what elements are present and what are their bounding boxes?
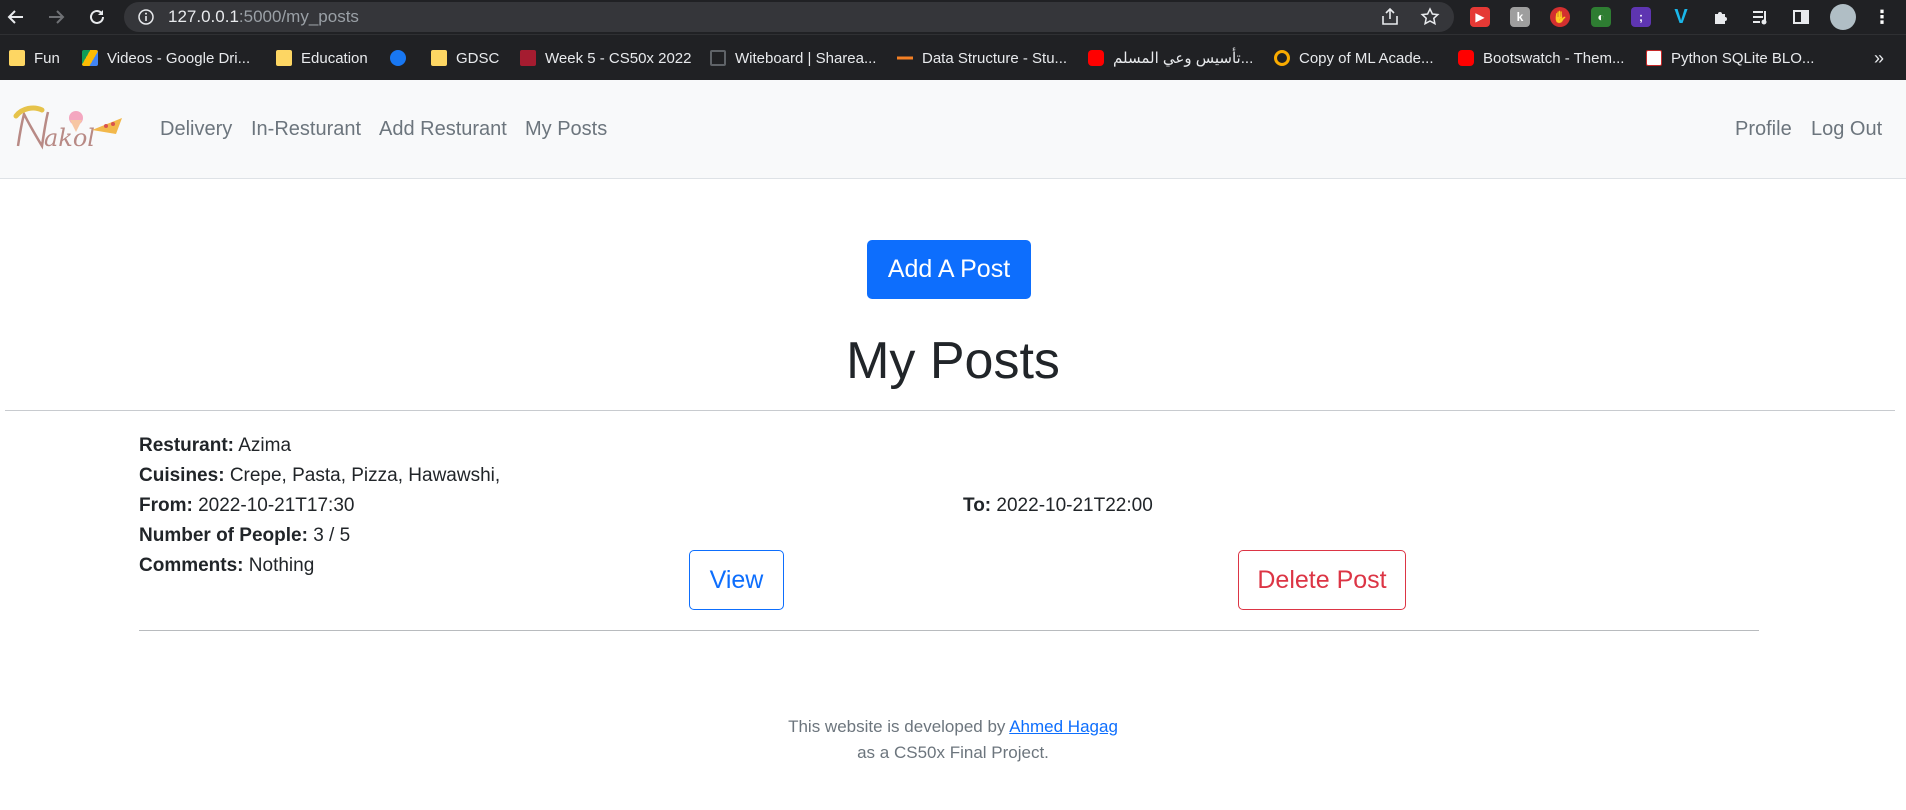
author-link[interactable]: Ahmed Hagag [1009, 717, 1118, 736]
post-cuisines: Cuisines: Crepe, Pasta, Pizza, Hawawshi, [139, 464, 500, 488]
restaurant-label: Resturant: [139, 435, 235, 456]
youtube-icon [1088, 50, 1104, 66]
bookmark-facebook[interactable] [390, 35, 406, 81]
comments-label: Comments: [139, 555, 244, 576]
address-bar[interactable]: 127.0.0.1:5000/my_posts [124, 2, 1454, 32]
harvard-icon [520, 50, 536, 66]
extension-s-icon[interactable]: ; [1631, 7, 1651, 27]
bookmark-label: Videos - Google Dri... [107, 49, 251, 67]
colab-icon [1274, 50, 1290, 66]
restaurant-value: Azima [238, 435, 292, 456]
extension-k-icon[interactable]: k [1510, 7, 1530, 27]
svg-text:akol: akol [44, 124, 95, 152]
page-title: My Posts [846, 332, 1060, 390]
url-path: :5000/my_posts [238, 7, 359, 26]
to-label: To: [963, 495, 992, 516]
bookmark-python-sqlite[interactable]: Python SQLite BLO... [1646, 35, 1814, 81]
reload-icon[interactable] [82, 0, 112, 34]
bookmark-label: تأسيس وعي المسلم... [1113, 50, 1254, 67]
youtube-ext-icon[interactable]: ▶ [1470, 7, 1490, 27]
nav-link-logout[interactable]: Log Out [1811, 80, 1882, 179]
bookmark-witeboard[interactable]: Witeboard | Sharea... [710, 35, 876, 81]
bookmark-bootswatch[interactable]: Bootswatch - Them... [1458, 35, 1624, 81]
post-comments: Comments: Nothing [139, 554, 314, 578]
bookmark-label: Data Structure - Stu... [922, 49, 1068, 67]
cuisines-value: Crepe, Pasta, Pizza, Hawawshi, [229, 465, 501, 486]
bookmark-label: Education [301, 49, 368, 67]
post-people: Number of People: 3 / 5 [139, 524, 350, 548]
nakol-logo-icon: akol [13, 105, 122, 152]
post-from: From: 2022-10-21T17:30 [139, 494, 354, 518]
folder-icon [431, 50, 447, 66]
add-post-button[interactable]: Add A Post [867, 240, 1031, 299]
bookmark-label: Copy of ML Acade... [1299, 49, 1434, 67]
post-to: To: 2022-10-21T22:00 [963, 494, 1153, 518]
vimeo-ext-icon[interactable]: V [1671, 6, 1691, 28]
bookmark-label: Witeboard | Sharea... [735, 49, 877, 67]
bookmark-arabic-video[interactable]: تأسيس وعي المسلم... [1088, 35, 1253, 81]
footer-line-1: This website is developed by Ahmed Hagag [0, 714, 1906, 740]
cuisines-label: Cuisines: [139, 465, 225, 486]
bookmark-cs50[interactable]: Week 5 - CS50x 2022 [520, 35, 691, 81]
bookmark-label: Fun [34, 49, 60, 67]
pynative-icon [1646, 50, 1662, 66]
media-controls-icon[interactable] [1751, 7, 1771, 27]
footer-credit-text: This website is developed by [788, 717, 1006, 736]
nav-link-profile[interactable]: Profile [1735, 80, 1792, 179]
nav-link-add-restaurant[interactable]: Add Resturant [379, 80, 507, 179]
forward-icon[interactable] [41, 0, 71, 34]
from-value: 2022-10-21T17:30 [198, 495, 355, 516]
bookmark-videos-drive[interactable]: Videos - Google Dri... [82, 35, 250, 81]
folder-icon [276, 50, 292, 66]
brand-logo[interactable]: akol [12, 102, 124, 158]
bookmark-label: Python SQLite BLO... [1671, 49, 1815, 67]
facebook-icon [390, 50, 406, 66]
bookmarks-bar: Fun Videos - Google Dri... Education GDS… [0, 34, 1906, 80]
share-icon[interactable] [1380, 2, 1400, 32]
youtube-icon [1458, 50, 1474, 66]
bookmark-label: GDSC [456, 49, 500, 67]
google-drive-icon [82, 50, 98, 66]
translate-ext-icon[interactable]: ◐ [1591, 7, 1611, 27]
browser-toolbar: 127.0.0.1:5000/my_posts ▶ k ✋ ◐ ; V ⋮ [0, 0, 1906, 34]
more-bookmarks-button[interactable]: » [1874, 35, 1884, 81]
stackoverflow-icon [897, 50, 913, 66]
bookmark-ml-academy[interactable]: Copy of ML Acade... [1274, 35, 1434, 81]
comments-value: Nothing [248, 555, 315, 576]
to-value: 2022-10-21T22:00 [996, 495, 1153, 516]
bookmark-star-icon[interactable] [1420, 2, 1440, 32]
footer: This website is developed by Ahmed Hagag… [0, 714, 1906, 766]
bookmark-label: Week 5 - CS50x 2022 [545, 49, 692, 67]
folder-icon [9, 50, 25, 66]
people-value: 3 / 5 [313, 525, 351, 546]
nav-link-my-posts[interactable]: My Posts [525, 80, 607, 179]
profile-avatar[interactable] [1830, 4, 1856, 30]
nav-link-delivery[interactable]: Delivery [160, 80, 232, 179]
bookmark-label: Bootswatch - Them... [1483, 49, 1625, 67]
post-divider [139, 630, 1759, 631]
witeboard-icon [710, 50, 726, 66]
post-restaurant: Resturant: Azima [139, 434, 291, 458]
adblock-ext-icon[interactable]: ✋ [1550, 7, 1570, 27]
bookmark-data-structure[interactable]: Data Structure - Stu... [897, 35, 1067, 81]
bookmark-education[interactable]: Education [276, 35, 368, 81]
view-post-button[interactable]: View [689, 550, 784, 610]
back-icon[interactable] [1, 0, 31, 34]
bookmark-fun[interactable]: Fun [9, 35, 60, 81]
nav-link-in-restaurant[interactable]: In-Resturant [251, 80, 361, 179]
url-text: 127.0.0.1:5000/my_posts [168, 2, 359, 32]
url-host: 127.0.0.1 [168, 7, 239, 26]
delete-post-button[interactable]: Delete Post [1238, 550, 1406, 610]
menu-kebab-icon[interactable]: ⋮ [1872, 7, 1892, 27]
app-navbar: akol Delivery In-Resturant Add Resturant… [0, 80, 1906, 179]
title-divider [5, 410, 1895, 411]
from-label: From: [139, 495, 193, 516]
site-info-icon[interactable] [138, 9, 154, 30]
side-panel-icon[interactable] [1791, 7, 1811, 27]
people-label: Number of People: [139, 525, 308, 546]
footer-line-2: as a CS50x Final Project. [857, 743, 1049, 762]
extensions-puzzle-icon[interactable] [1711, 7, 1731, 27]
bookmark-gdsc[interactable]: GDSC [431, 35, 499, 81]
